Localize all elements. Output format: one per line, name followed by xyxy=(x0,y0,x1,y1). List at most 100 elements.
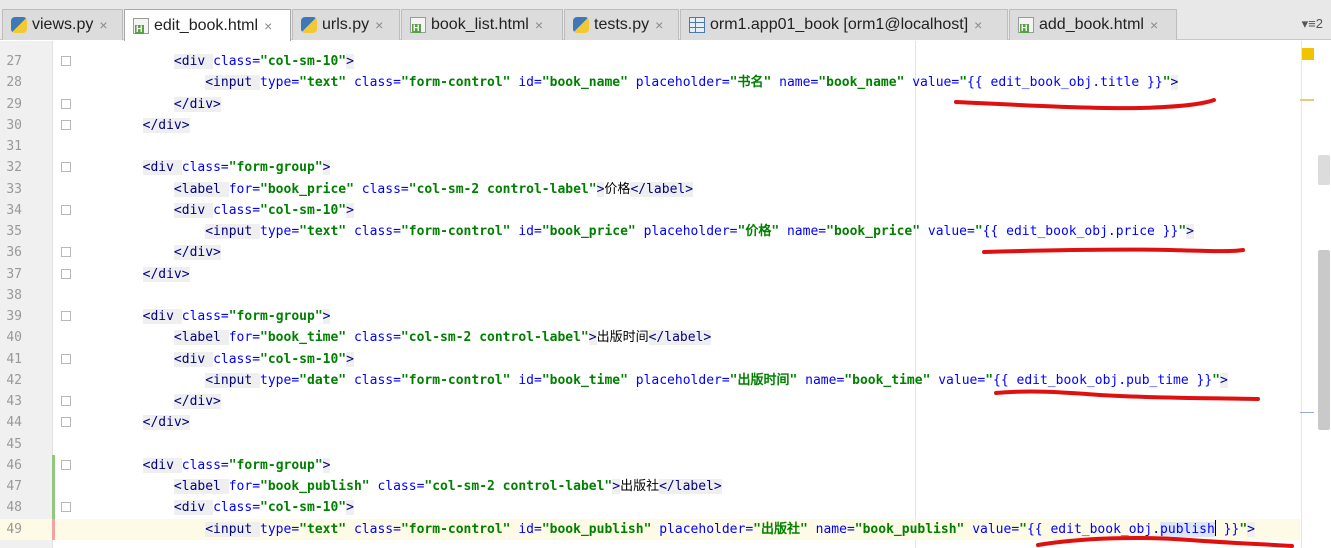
scrollbar-track[interactable] xyxy=(1318,155,1330,185)
code-line[interactable]: 48 <div class="col-sm-10"> xyxy=(0,497,1300,519)
tab-overflow-menu[interactable]: ▾≡2 xyxy=(1302,16,1323,32)
close-icon[interactable]: × xyxy=(264,18,272,34)
code-token: value= xyxy=(912,75,960,91)
vcs-change-marker[interactable] xyxy=(52,454,55,476)
code-token: for= xyxy=(228,181,261,197)
code-token: value= xyxy=(927,224,975,239)
scrollbar-thumb[interactable] xyxy=(1318,250,1330,430)
tab-label: tests.py xyxy=(594,16,650,33)
vcs-change-marker[interactable] xyxy=(52,518,55,540)
code-token: "form-control" xyxy=(400,372,511,388)
line-number: 27 xyxy=(6,54,22,69)
fold-marker-icon[interactable] xyxy=(61,459,71,470)
tab-add-book-html[interactable]: add_book.html × xyxy=(1009,9,1177,40)
fold-marker-icon[interactable] xyxy=(61,268,71,279)
code-token: for= xyxy=(228,479,261,494)
code-line[interactable]: 47 <label for="book_publish" class="col-… xyxy=(0,476,1300,498)
stripe-mark[interactable] xyxy=(1300,412,1314,413)
line-number: 39 xyxy=(6,309,22,324)
code-token: " xyxy=(1212,372,1220,388)
code-token: id= xyxy=(518,372,542,388)
fold-marker-icon[interactable] xyxy=(61,311,71,321)
code-line[interactable]: 31 xyxy=(0,136,1300,157)
code-line[interactable]: 35 <input type="text" class="form-contro… xyxy=(0,221,1300,242)
tab-book-list-html[interactable]: book_list.html × xyxy=(401,9,563,40)
tab-edit-book-html[interactable]: edit_book.html × xyxy=(124,9,291,41)
code-line[interactable]: 28 <input type="text" class="form-contro… xyxy=(0,72,1300,93)
vcs-change-marker[interactable] xyxy=(52,497,55,519)
code-line[interactable]: 43 </div> xyxy=(0,391,1300,412)
code-line[interactable]: 36 </div> xyxy=(0,242,1300,263)
code-line[interactable]: 39 <div class="form-group"> xyxy=(0,306,1300,327)
fold-marker-icon[interactable] xyxy=(61,119,71,130)
html-file-icon xyxy=(1018,17,1034,33)
code-token: "book_publish" xyxy=(541,521,652,537)
code-token: <input xyxy=(205,75,261,91)
tab-label: orm1.app01_book [orm1@localhost] xyxy=(710,16,969,33)
code-line[interactable]: 34 <div class="col-sm-10"> xyxy=(0,200,1300,221)
fold-marker-icon[interactable] xyxy=(61,502,71,513)
tab-orm1-app01-book[interactable]: orm1.app01_book [orm1@localhost] × xyxy=(680,9,1008,40)
code-token: <label xyxy=(173,330,229,346)
line-number: 42 xyxy=(6,372,22,388)
line-number: 35 xyxy=(6,224,22,239)
close-icon[interactable]: × xyxy=(1150,17,1158,33)
fold-marker-icon[interactable] xyxy=(61,247,71,258)
code-token: name= xyxy=(805,372,845,388)
code-line[interactable]: 45 xyxy=(0,434,1300,455)
code-token: "book_price" xyxy=(826,224,921,239)
code-token: "book_publish" xyxy=(260,479,370,494)
fold-marker-icon[interactable] xyxy=(61,417,71,428)
close-icon[interactable]: × xyxy=(375,17,383,33)
code-text: <div class="form-group"> xyxy=(80,157,331,178)
code-line[interactable]: 38 xyxy=(0,285,1300,306)
fold-marker-icon[interactable] xyxy=(61,98,71,109)
code-token: <div xyxy=(173,54,214,69)
code-token: name= xyxy=(815,521,855,537)
fold-marker-icon[interactable] xyxy=(61,396,71,406)
code-token: 出版时间 xyxy=(596,330,649,346)
vcs-change-marker[interactable] xyxy=(52,476,55,498)
close-icon[interactable]: × xyxy=(99,17,107,33)
fold-marker-icon[interactable] xyxy=(61,56,71,66)
code-token: </label> xyxy=(648,330,712,346)
code-text: <div class="col-sm-10"> xyxy=(80,497,354,518)
fold-marker-icon[interactable] xyxy=(61,353,71,364)
fold-marker-icon[interactable] xyxy=(61,162,71,173)
code-editor[interactable]: 27 <div class="col-sm-10"> 28 <input type… xyxy=(0,41,1331,548)
close-icon[interactable]: × xyxy=(655,17,663,33)
code-line[interactable]: 29 </div> xyxy=(0,94,1300,115)
stripe-mark[interactable] xyxy=(1300,99,1314,101)
code-token: name= xyxy=(786,224,827,239)
code-line[interactable]: 37 </div> xyxy=(0,264,1300,285)
code-line[interactable]: 42 <input type="date" class="form-contro… xyxy=(0,370,1300,391)
line-number: 30 xyxy=(6,117,22,133)
close-icon[interactable]: × xyxy=(535,17,543,33)
tab-urls-py[interactable]: urls.py × xyxy=(292,9,400,40)
fold-marker-icon[interactable] xyxy=(61,204,71,215)
code-line[interactable]: 49 <input type="text" class="form-contro… xyxy=(0,518,1300,540)
close-icon[interactable]: × xyxy=(974,17,982,33)
code-token: > xyxy=(346,54,354,69)
code-token: "book_price" xyxy=(260,181,354,197)
code-line[interactable]: 32 <div class="form-group"> xyxy=(0,157,1300,178)
line-number: 34 xyxy=(6,202,22,218)
code-line[interactable]: 41 <div class="col-sm-10"> xyxy=(0,349,1300,370)
code-line[interactable]: 27 <div class="col-sm-10"> xyxy=(0,51,1300,72)
code-line[interactable]: 40 <label for="book_time" class="col-sm-… xyxy=(0,327,1300,348)
code-line[interactable]: 33 <label for="book_price" class="col-sm… xyxy=(0,179,1300,200)
code-line[interactable]: 30 </div> xyxy=(0,115,1300,136)
tab-views-py[interactable]: views.py × xyxy=(2,9,123,40)
code-line[interactable]: 44 </div> xyxy=(0,412,1300,433)
code-token: "出版社" xyxy=(753,521,808,537)
code-line[interactable]: 46 <div class="form-group"> xyxy=(0,454,1300,476)
tab-tests-py[interactable]: tests.py × xyxy=(564,9,679,40)
warning-icon[interactable] xyxy=(1302,48,1314,60)
code-token: type= xyxy=(260,521,300,537)
